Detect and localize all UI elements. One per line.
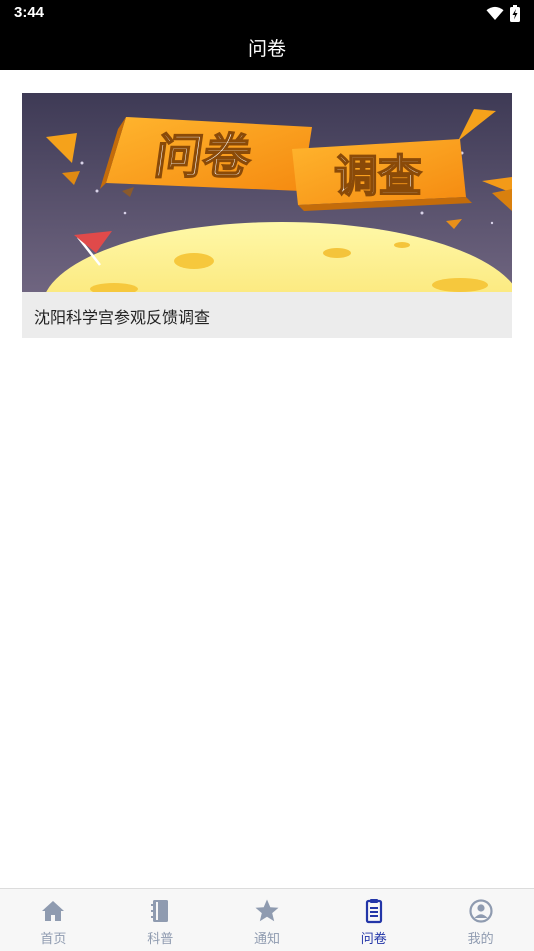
battery-charging-icon xyxy=(510,5,520,22)
tab-survey[interactable]: 问卷 xyxy=(320,889,427,951)
survey-list: 问卷 调查 沈阳科学宫参观反馈调查 xyxy=(0,70,534,888)
wifi-icon xyxy=(486,6,504,20)
user-circle-icon xyxy=(468,899,493,923)
clipboard-icon xyxy=(365,899,382,924)
bottom-tab-bar: 首页 科普 通知 问卷 我的 xyxy=(0,888,534,951)
banner-lettering-2: 调查 xyxy=(334,151,422,202)
page-title: 问卷 xyxy=(247,38,286,60)
home-icon xyxy=(42,901,65,921)
survey-card[interactable]: 问卷 调查 沈阳科学宫参观反馈调查 xyxy=(22,93,512,338)
survey-banner-image: 问卷 调查 xyxy=(22,93,512,292)
status-icons xyxy=(486,5,520,22)
tab-notice[interactable]: 通知 xyxy=(214,889,321,951)
book-icon xyxy=(151,900,169,922)
tab-label: 问卷 xyxy=(360,932,387,947)
status-bar: 3:44 xyxy=(0,0,534,28)
tab-mine[interactable]: 我的 xyxy=(427,889,534,951)
status-time: 3:44 xyxy=(14,4,45,21)
tab-science[interactable]: 科普 xyxy=(107,889,214,951)
tab-home[interactable]: 首页 xyxy=(0,889,107,951)
banner-lettering-1: 问卷 xyxy=(151,129,256,185)
survey-title: 沈阳科学宫参观反馈调查 xyxy=(34,308,211,327)
tab-label: 我的 xyxy=(467,932,494,947)
star-icon xyxy=(255,899,279,922)
tab-label: 首页 xyxy=(40,932,67,947)
tab-label: 科普 xyxy=(147,932,174,947)
app-bar: 问卷 xyxy=(0,28,534,70)
tab-label: 通知 xyxy=(253,932,280,947)
